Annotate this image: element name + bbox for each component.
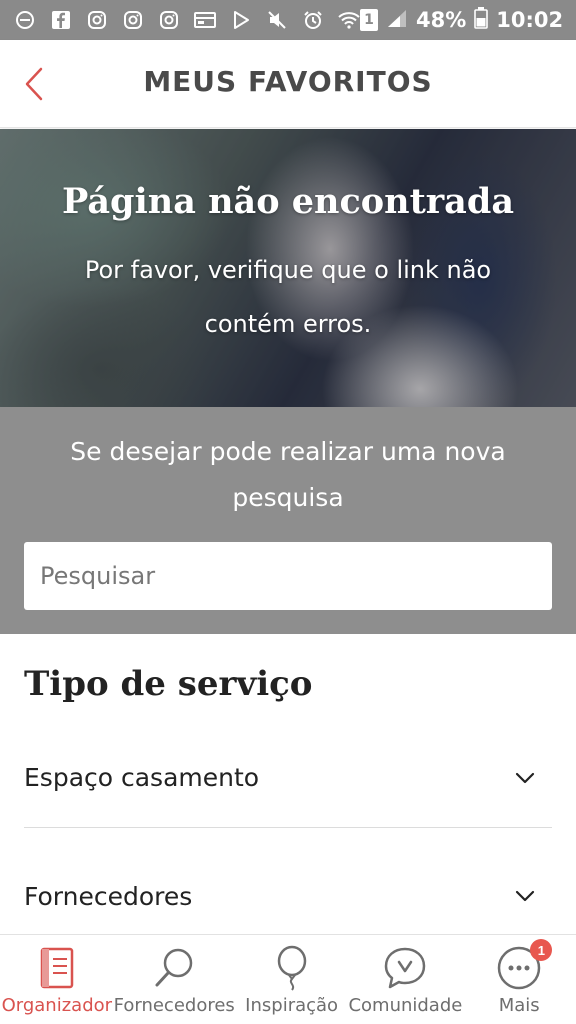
filter-fornecedores[interactable]: Fornecedores bbox=[24, 846, 552, 946]
nav-organizador[interactable]: Organizador bbox=[0, 935, 114, 1024]
chat-icon bbox=[380, 945, 430, 991]
page-title: MEUS FAVORITOS bbox=[143, 65, 433, 98]
nav-inspiracao[interactable]: Inspiração bbox=[235, 935, 349, 1024]
nav-comunidade[interactable]: Comunidade bbox=[348, 935, 462, 1024]
instagram-icon bbox=[122, 9, 144, 31]
search-icon bbox=[149, 945, 199, 991]
card-icon bbox=[194, 9, 216, 31]
hero-banner: Página não encontrada Por favor, verifiq… bbox=[0, 129, 576, 407]
signal-icon bbox=[386, 8, 408, 33]
chevron-down-icon bbox=[510, 763, 540, 793]
chevron-down-icon bbox=[510, 881, 540, 911]
section-title: Tipo de serviço bbox=[24, 664, 313, 704]
search-prompt: Se desejar pode realizar uma nova pesqui… bbox=[70, 437, 506, 512]
notification-badge: 1 bbox=[530, 939, 553, 961]
status-right: 1 48% 10:02 bbox=[360, 6, 564, 34]
filter-label: Fornecedores bbox=[24, 881, 193, 911]
notebook-icon bbox=[32, 945, 82, 991]
battery-percent: 48% bbox=[416, 8, 467, 32]
facebook-icon bbox=[50, 9, 72, 31]
balloon-icon bbox=[267, 945, 317, 991]
nav-mais[interactable]: 1 Mais bbox=[462, 935, 576, 1024]
nav-label: Organizador bbox=[1, 995, 113, 1016]
instagram-icon bbox=[86, 9, 108, 31]
hero-subtitle: Por favor, verifique que o link não cont… bbox=[84, 256, 492, 338]
play-store-icon bbox=[230, 9, 252, 31]
filter-espaco-casamento[interactable]: Espaço casamento bbox=[24, 728, 552, 828]
search-section: Se desejar pode realizar uma nova pesqui… bbox=[0, 407, 576, 634]
sim-icon: 1 bbox=[360, 9, 378, 31]
minus-circle-icon bbox=[14, 9, 36, 31]
wifi-icon bbox=[338, 9, 360, 31]
clock: 10:02 bbox=[496, 8, 564, 32]
nav-label: Inspiração bbox=[245, 995, 339, 1016]
bottom-nav: Organizador Fornecedores Inspiração Comu… bbox=[0, 934, 576, 1024]
status-icons bbox=[14, 9, 360, 31]
mute-icon bbox=[266, 9, 288, 31]
nav-label: Fornecedores bbox=[113, 995, 235, 1016]
hero-title: Página não encontrada bbox=[61, 181, 515, 222]
status-bar: 1 48% 10:02 bbox=[0, 0, 576, 40]
battery-icon bbox=[474, 6, 489, 34]
search-input[interactable] bbox=[24, 542, 552, 610]
app-header: MEUS FAVORITOS bbox=[0, 40, 576, 128]
instagram-icon bbox=[158, 9, 180, 31]
nav-label: Comunidade bbox=[348, 995, 463, 1016]
nav-label: Mais bbox=[498, 995, 540, 1016]
nav-fornecedores[interactable]: Fornecedores bbox=[114, 935, 235, 1024]
alarm-icon bbox=[302, 9, 324, 31]
filter-label: Espaço casamento bbox=[24, 763, 260, 792]
